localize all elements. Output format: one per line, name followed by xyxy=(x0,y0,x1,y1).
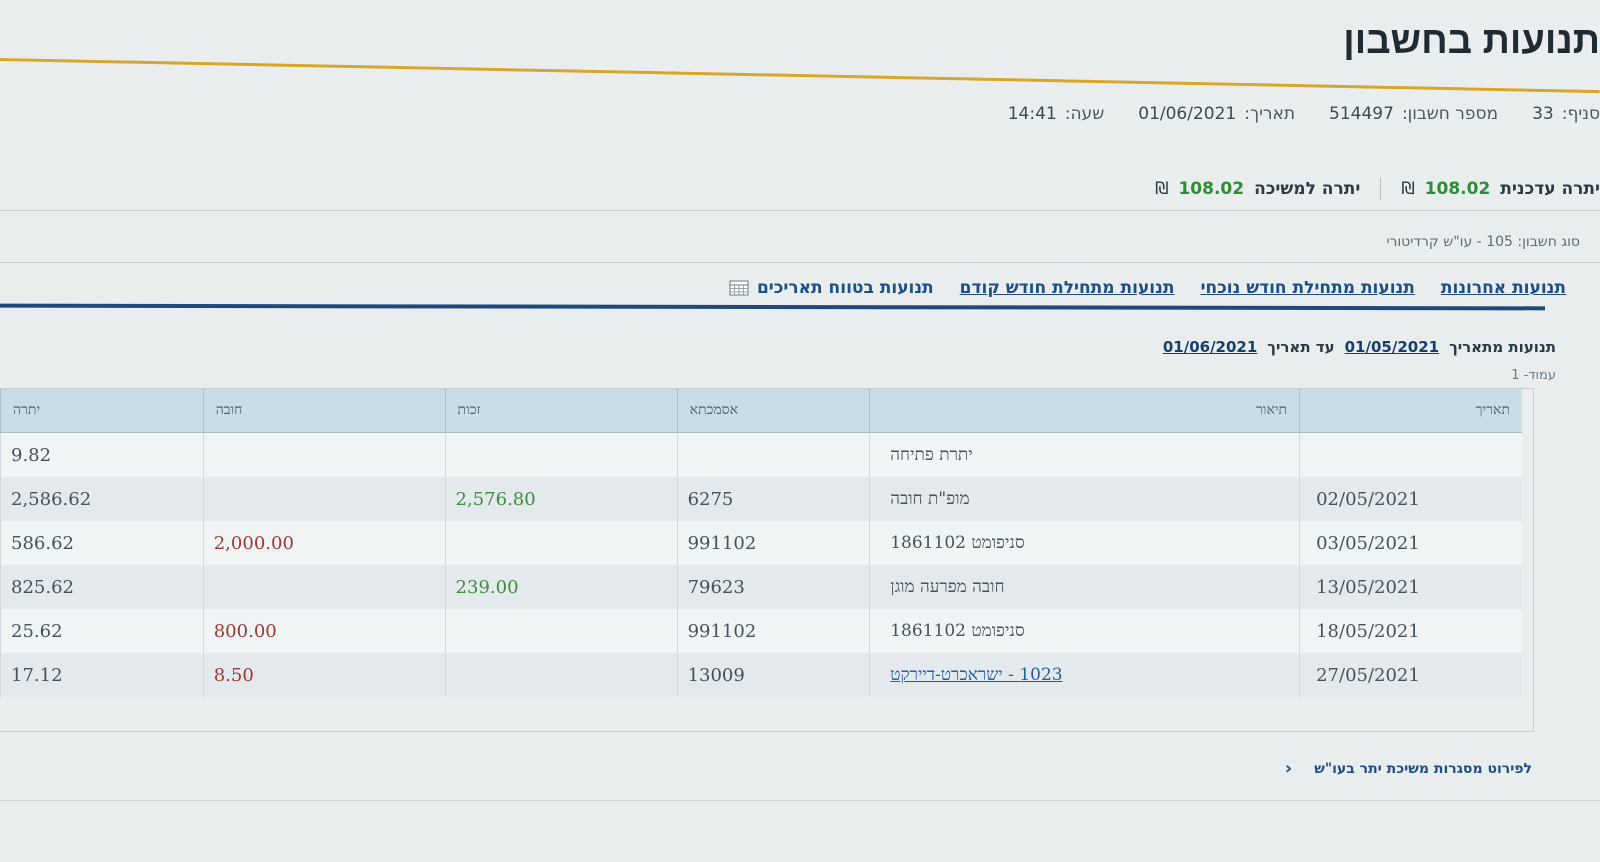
cell-description: חובה מפרעה מוגן xyxy=(869,565,1300,609)
page-number: עמוד- 1 xyxy=(1511,368,1556,383)
range-to-label: עד תאריך xyxy=(1267,338,1335,356)
current-balance-label: יתרה עדכנית xyxy=(1500,179,1600,199)
tab-date-range[interactable]: תנועות בטווח תאריכים xyxy=(729,278,934,298)
tab-current-month[interactable]: תנועות מתחילת חודש נוכחי xyxy=(1200,278,1414,298)
current-balance-value: 108.02 xyxy=(1424,179,1491,199)
cell-reference: 991102 xyxy=(676,521,870,565)
account-type: סוג חשבון: 105 - עו"ש קרדיטורי xyxy=(1386,234,1580,250)
table-row: 18/05/2021 סניפומט 1861102 991102 800.00… xyxy=(0,609,1522,653)
cell-debit xyxy=(202,565,446,609)
cell-debit xyxy=(202,432,446,477)
col-header-description[interactable]: תיאור xyxy=(869,388,1300,433)
cell-debit: 8.50 xyxy=(202,653,446,697)
currency-symbol: ₪ xyxy=(1401,179,1415,199)
title-underline xyxy=(0,58,1600,94)
account-number-value: 514497 xyxy=(1329,104,1394,124)
cell-description: סניפומט 1861102 xyxy=(869,609,1300,653)
col-header-balance[interactable]: יתרה xyxy=(0,388,204,433)
tab-previous-month[interactable]: תנועות מתחילת חודש קודם xyxy=(960,278,1175,298)
range-from-label: תנועות מתאריך xyxy=(1449,338,1556,356)
account-info-row: סניף: 33 מספר חשבון: 514497 תאריך: 01/06… xyxy=(1008,104,1600,124)
branch-value: 33 xyxy=(1532,104,1554,124)
movement-tabs: תנועות אחרונות תנועות מתחילת חודש נוכחי … xyxy=(729,278,1566,298)
col-header-reference[interactable]: אסמכתא xyxy=(676,388,870,433)
table-row: יתרת פתיחה 9.82 xyxy=(0,432,1522,477)
cell-balance: 825.62 xyxy=(0,565,204,609)
cell-debit: 800.00 xyxy=(202,609,446,653)
table-row: 03/05/2021 סניפומט 1861102 991102 2,000.… xyxy=(0,521,1522,565)
transactions-table: תאריך תיאור אסמכתא זכות חובה יתרה יתרת פ… xyxy=(0,388,1522,697)
col-header-date[interactable]: תאריך xyxy=(1299,388,1522,433)
withdrawable-balance-value: 108.02 xyxy=(1178,179,1245,199)
chevron-left-icon[interactable]: ‹ xyxy=(1285,758,1292,779)
cell-description-link[interactable]: 1023 - ישראכרט-דיירקט xyxy=(869,653,1300,697)
cell-credit xyxy=(444,653,678,697)
cell-debit xyxy=(202,477,446,521)
date-range-summary: תנועות מתאריך 01/05/2021 עד תאריך 01/06/… xyxy=(1163,338,1556,356)
withdrawable-balance-label: יתרה למשיכה xyxy=(1254,179,1361,199)
time-value: 14:41 xyxy=(1007,104,1057,124)
cell-date: 27/05/2021 xyxy=(1299,653,1522,697)
col-header-debit[interactable]: חובה xyxy=(202,388,446,433)
currency-symbol: ₪ xyxy=(1155,179,1169,199)
table-header-row: תאריך תיאור אסמכתא זכות חובה יתרה xyxy=(0,388,1522,433)
balance-divider xyxy=(1380,178,1382,200)
calendar-icon[interactable] xyxy=(729,280,749,296)
cell-credit: 239.00 xyxy=(444,565,678,609)
table-row: 02/05/2021 מופ"ת חובה 6275 2,576.80 2,58… xyxy=(0,477,1522,521)
table-row: 27/05/2021 1023 - ישראכרט-דיירקט 13009 8… xyxy=(0,653,1522,697)
current-balance: יתרה עדכנית 108.02 ₪ xyxy=(1401,179,1600,199)
cell-balance: 17.12 xyxy=(0,653,204,697)
overdraft-details-label[interactable]: לפירוט מסגרות משיכת יתר בעו"ש xyxy=(1314,761,1532,777)
time-info: שעה: 14:41 xyxy=(1008,104,1105,124)
tab-recent-movements[interactable]: תנועות אחרונות xyxy=(1441,278,1566,298)
cell-description: יתרת פתיחה xyxy=(869,432,1300,477)
cell-credit xyxy=(444,432,678,477)
withdrawable-balance: יתרה למשיכה 108.02 ₪ xyxy=(1155,179,1360,199)
cell-credit xyxy=(444,521,678,565)
cell-date: 13/05/2021 xyxy=(1299,565,1522,609)
account-number-info: מספר חשבון: 514497 xyxy=(1329,104,1498,124)
cell-balance: 9.82 xyxy=(0,432,204,477)
cell-reference: 79623 xyxy=(676,565,870,609)
cell-balance: 25.62 xyxy=(0,609,204,653)
date-value: 01/06/2021 xyxy=(1138,104,1237,124)
account-movements-page: תנועות בחשבון סניף: 33 מספר חשבון: 51449… xyxy=(0,0,1600,862)
date-label: תאריך: xyxy=(1244,104,1296,124)
cell-description: מופ"ת חובה xyxy=(869,477,1300,521)
cell-reference: 13009 xyxy=(676,653,870,697)
balance-row: יתרה עדכנית 108.02 ₪ יתרה למשיכה 108.02 … xyxy=(1155,178,1600,200)
branch-info: סניף: 33 xyxy=(1532,104,1600,124)
tab-date-range-label: תנועות בטווח תאריכים xyxy=(756,278,934,298)
cell-credit: 2,576.80 xyxy=(444,477,678,521)
cell-reference xyxy=(676,432,870,477)
cell-date: 18/05/2021 xyxy=(1299,609,1522,653)
cell-balance: 2,586.62 xyxy=(0,477,204,521)
cell-date xyxy=(1299,432,1522,477)
divider xyxy=(0,210,1600,211)
account-number-label: מספר חשבון: xyxy=(1401,104,1499,124)
range-to-date[interactable]: 01/06/2021 xyxy=(1163,338,1257,356)
cell-balance: 586.62 xyxy=(0,521,204,565)
time-label: שעה: xyxy=(1064,104,1105,124)
cell-reference: 991102 xyxy=(676,609,870,653)
divider xyxy=(0,800,1600,801)
page-title: תנועות בחשבון xyxy=(1343,20,1600,62)
overdraft-details-link[interactable]: לפירוט מסגרות משיכת יתר בעו"ש ‹ xyxy=(1285,758,1532,779)
branch-label: סניף: xyxy=(1561,104,1600,124)
merchant-link[interactable]: 1023 - ישראכרט-דיירקט xyxy=(890,665,1062,685)
range-from-date[interactable]: 01/05/2021 xyxy=(1345,338,1439,356)
cell-date: 03/05/2021 xyxy=(1299,521,1522,565)
divider xyxy=(0,262,1600,263)
table-row: 13/05/2021 חובה מפרעה מוגן 79623 239.00 … xyxy=(0,565,1522,609)
cell-description: סניפומט 1861102 xyxy=(869,521,1300,565)
date-info: תאריך: 01/06/2021 xyxy=(1138,104,1295,124)
cell-debit: 2,000.00 xyxy=(202,521,446,565)
cell-credit xyxy=(444,609,678,653)
cell-date: 02/05/2021 xyxy=(1299,477,1522,521)
cell-reference: 6275 xyxy=(676,477,870,521)
col-header-credit[interactable]: זכות xyxy=(444,388,678,433)
tabs-underline xyxy=(0,303,1546,311)
